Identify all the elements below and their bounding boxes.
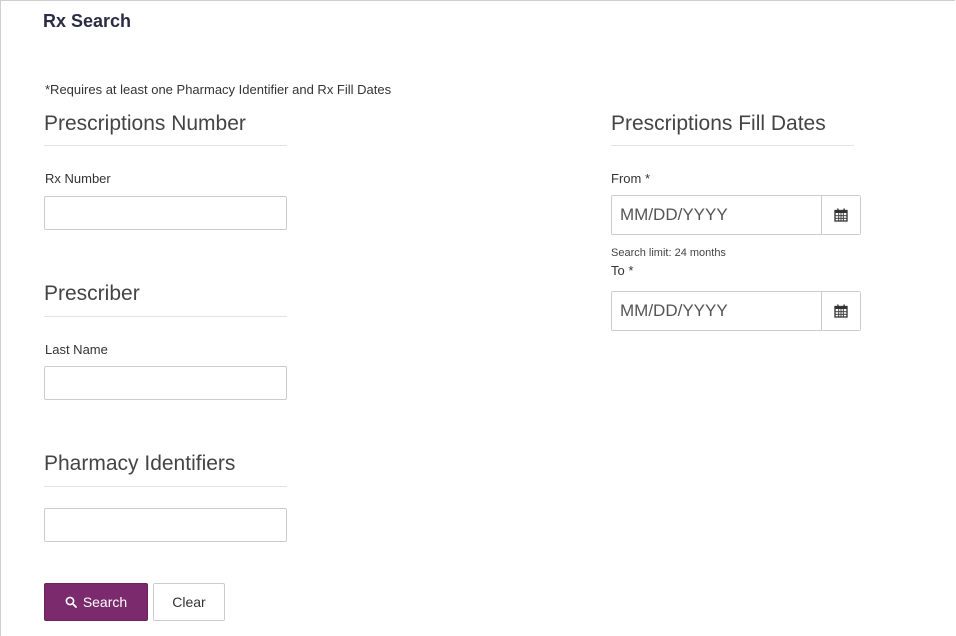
from-date-group [611, 195, 861, 235]
page-frame: Rx Search *Requires at least one Pharmac… [0, 0, 955, 636]
search-limit-note: Search limit: 24 months [611, 247, 726, 259]
to-date-input[interactable] [612, 292, 821, 330]
pharmacy-identifier-input[interactable] [44, 508, 287, 542]
section-divider [611, 145, 854, 146]
fill-dates-heading: Prescriptions Fill Dates [611, 112, 826, 135]
section-divider [44, 145, 287, 146]
to-date-calendar-button[interactable] [821, 292, 860, 330]
from-date-label: From * [611, 171, 650, 186]
requirement-note: *Requires at least one Pharmacy Identifi… [45, 82, 392, 97]
last-name-input[interactable] [44, 366, 287, 400]
prescriber-heading: Prescriber [44, 282, 140, 305]
to-date-label: To * [611, 263, 634, 278]
search-button-label: Search [82, 594, 128, 610]
calendar-icon [834, 208, 848, 222]
rx-number-label: Rx Number [45, 171, 111, 186]
search-icon [65, 596, 77, 608]
search-button[interactable]: Search [44, 583, 148, 621]
from-date-calendar-button[interactable] [821, 196, 860, 234]
from-date-input[interactable] [612, 196, 821, 234]
section-divider [44, 486, 287, 487]
calendar-icon [834, 304, 848, 318]
pharmacy-identifiers-heading: Pharmacy Identifiers [44, 452, 236, 475]
clear-button[interactable]: Clear [153, 583, 225, 621]
to-date-group [611, 291, 861, 331]
prescriptions-number-heading: Prescriptions Number [44, 112, 246, 135]
page-title: Rx Search [43, 11, 132, 31]
section-divider [44, 316, 287, 317]
last-name-label: Last Name [45, 342, 108, 357]
rx-number-input[interactable] [44, 196, 287, 230]
